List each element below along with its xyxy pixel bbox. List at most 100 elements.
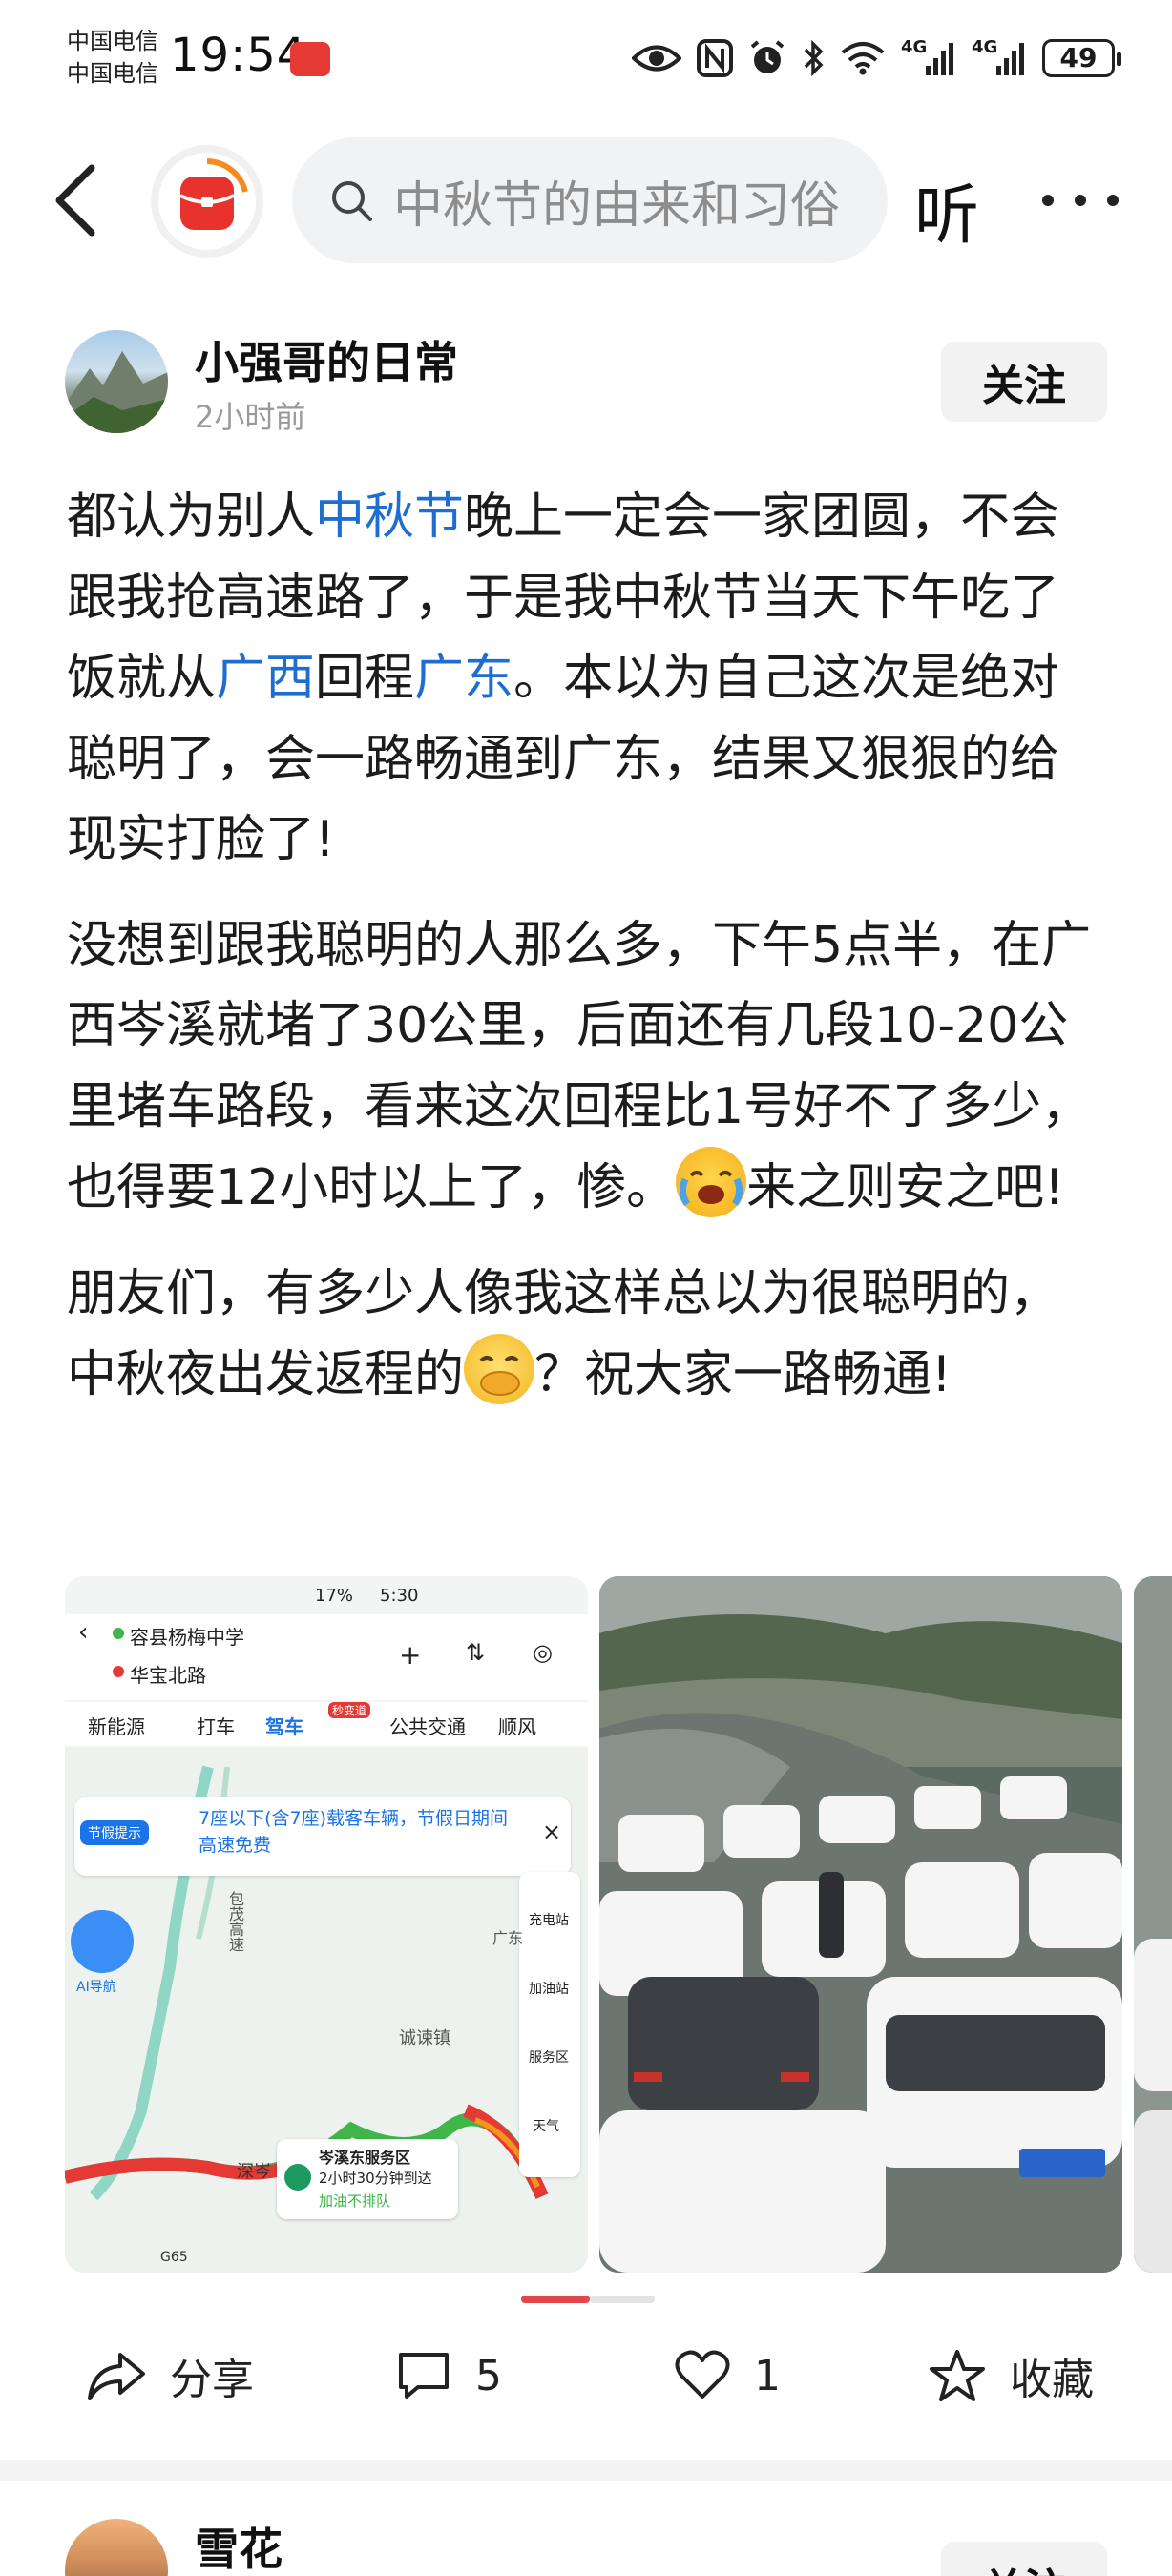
segment-label: 深岑 — [237, 2162, 271, 2182]
heart-icon — [675, 2350, 730, 2399]
favorite-label: 收藏 — [1010, 2356, 1094, 2404]
voice-icon[interactable]: ◎ — [533, 1639, 553, 1666]
dot-icon — [1075, 195, 1086, 206]
carrier-1: 中国电信 — [67, 28, 158, 54]
signal-icon: 4G — [901, 37, 956, 77]
share-icon — [88, 2353, 145, 2400]
nfc-icon — [697, 39, 733, 77]
top-nav: 中秋节的由来和习俗 听 — [0, 124, 1172, 277]
text-span: 回程 — [315, 650, 415, 707]
traffic-jam-photo — [599, 1576, 1122, 2273]
like-button[interactable]: 1 — [674, 2337, 781, 2414]
map-status-battery: 17% — [315, 1586, 354, 1606]
tool-gas[interactable]: 加油站 — [529, 1979, 569, 1998]
alarm-icon — [750, 40, 785, 73]
post-divider — [0, 2460, 1172, 2481]
post-body: 都认为别人中秋节晚上一定会一家团圆，不会跟我抢高速路了，于是我中秋节当天下午吃了… — [67, 477, 1107, 1441]
image-carousel[interactable]: 5:30 17% ‹ 容县杨梅中学 华宝北路 + ⇅ ◎ 新能源 打车 驾车 秒… — [65, 1576, 1172, 2273]
image-third-partial[interactable] — [1134, 1576, 1172, 2273]
face-with-hand-over-mouth-icon — [464, 1334, 535, 1404]
road-label: 包茂高速 — [226, 1891, 244, 1952]
notification-icon — [290, 42, 330, 76]
tab-taxi[interactable]: 打车 — [197, 1712, 235, 1739]
paragraph-3: 朋友们，有多少人像我这样总以为很聪明的，中秋夜出发返程的 ？祝大家一路畅通! — [67, 1254, 1107, 1416]
app-logo-icon — [179, 158, 248, 230]
share-button[interactable]: 分享 — [86, 2337, 254, 2414]
comment-button[interactable]: 5 — [395, 2337, 502, 2414]
more-options-button[interactable] — [1042, 172, 1119, 229]
service-area-popup[interactable]: 岑溪东服务区 2小时30分钟到达 加油不排队 — [277, 2139, 458, 2219]
listen-button[interactable]: 听 — [914, 162, 979, 257]
carousel-pager — [521, 2296, 655, 2303]
bluetooth-icon — [804, 39, 824, 77]
search-placeholder: 中秋节的由来和习俗 — [393, 177, 841, 235]
share-label: 分享 — [170, 2356, 254, 2404]
eye-icon — [632, 45, 681, 72]
drive-badge: 秒变道 — [328, 1702, 371, 1718]
text-span: 来之则安之吧! — [746, 1159, 1065, 1216]
tool-charging[interactable]: 充电站 — [529, 1910, 569, 1929]
swap-route-icon[interactable]: ⇅ — [466, 1639, 485, 1666]
post-time: 2小时前 — [195, 399, 306, 435]
topic-link-guangdong[interactable]: 广东 — [414, 650, 513, 707]
topic-link-mid-autumn[interactable]: 中秋节 — [315, 488, 464, 546]
image-map-screenshot[interactable]: 5:30 17% ‹ 容县杨梅中学 华宝北路 + ⇅ ◎ 新能源 打车 驾车 秒… — [65, 1576, 588, 2273]
route-origin[interactable]: 容县杨梅中学 — [130, 1622, 244, 1650]
highway-code: G65 — [160, 2250, 188, 2265]
status-bar: 中国电信 中国电信 19:54 4G 4G 49 — [0, 0, 1172, 124]
favorite-button[interactable]: 收藏 — [928, 2337, 1094, 2414]
destination-dot-icon — [113, 1666, 124, 1677]
map-side-tools: 充电站 加油站 服务区 天气 — [519, 1872, 580, 2177]
place-label-1: 诚谏镇 — [399, 2028, 450, 2048]
crying-face-icon — [676, 1147, 747, 1217]
carrier-info: 中国电信 中国电信 — [67, 25, 158, 90]
close-notice-icon[interactable]: × — [542, 1818, 561, 1845]
origin-dot-icon — [113, 1628, 124, 1639]
add-waypoint-icon[interactable]: + — [399, 1639, 421, 1671]
author-avatar[interactable] — [65, 330, 168, 433]
dot-icon — [1042, 195, 1054, 206]
follow-button[interactable]: 关注 — [941, 342, 1107, 422]
author-header: 小强哥的日常 2小时前 关注 — [0, 315, 1172, 448]
dot-icon — [1107, 195, 1119, 206]
app-logo[interactable] — [151, 145, 263, 258]
pager-inactive-indicator — [590, 2296, 655, 2303]
ai-nav-label: AI导航 — [76, 1980, 116, 1995]
service-area-name: 岑溪东服务区 — [319, 2149, 411, 2167]
service-area-eta: 2小时30分钟到达 — [319, 2170, 432, 2187]
tool-service-area[interactable]: 服务区 — [529, 2047, 569, 2067]
next-author-avatar[interactable] — [65, 2519, 168, 2576]
status-time: 19:54 — [170, 29, 307, 82]
tab-drive[interactable]: 驾车 — [265, 1712, 303, 1739]
map-status-time: 5:30 — [380, 1586, 419, 1606]
ai-nav-button[interactable]: AI导航 — [71, 1910, 134, 1995]
search-icon — [332, 181, 372, 221]
author-name[interactable]: 小强哥的日常 — [195, 328, 458, 391]
comment-icon — [399, 2353, 449, 2399]
paragraph-1: 都认为别人中秋节晚上一定会一家团圆，不会跟我抢高速路了，于是我中秋节当天下午吃了… — [67, 477, 1107, 881]
pager-active-indicator — [521, 2296, 590, 2303]
next-author-name[interactable]: 雪花 — [195, 2515, 283, 2576]
parking-icon — [284, 2164, 311, 2191]
topic-link-guangxi[interactable]: 广西 — [216, 650, 315, 707]
back-button[interactable] — [50, 160, 107, 240]
tab-new-energy[interactable]: 新能源 — [88, 1712, 145, 1739]
transport-tabs: 新能源 打车 驾车 秒变道 公共交通 顺风 — [65, 1702, 588, 1746]
tab-public-transit[interactable]: 公共交通 — [389, 1712, 466, 1739]
next-post-header: 雪花 关注 — [0, 2509, 1172, 2576]
search-box[interactable]: 中秋节的由来和习俗 — [292, 137, 888, 263]
tool-weather[interactable]: 天气 — [533, 2116, 559, 2135]
battery-indicator: 49 — [1042, 39, 1121, 77]
action-bar: 分享 5 1 收藏 — [0, 2328, 1172, 2423]
place-label-2: 广东 — [492, 1929, 524, 1947]
mountain-avatar-image — [65, 351, 168, 433]
notice-tag: 节假提示 — [80, 1820, 149, 1845]
image-traffic-jam[interactable] — [599, 1576, 1122, 2273]
map-back-icon[interactable]: ‹ — [78, 1618, 88, 1647]
route-destination[interactable]: 华宝北路 — [130, 1660, 206, 1688]
tab-carpool[interactable]: 顺风 — [498, 1712, 536, 1739]
next-follow-button[interactable]: 关注 — [941, 2542, 1107, 2576]
status-icons: 4G 4G 49 — [632, 34, 1121, 82]
wifi-icon — [841, 42, 885, 75]
holiday-notice-banner[interactable]: 节假提示 7座以下(含7座)载客车辆，节假日期间高速免费 × — [74, 1797, 571, 1876]
